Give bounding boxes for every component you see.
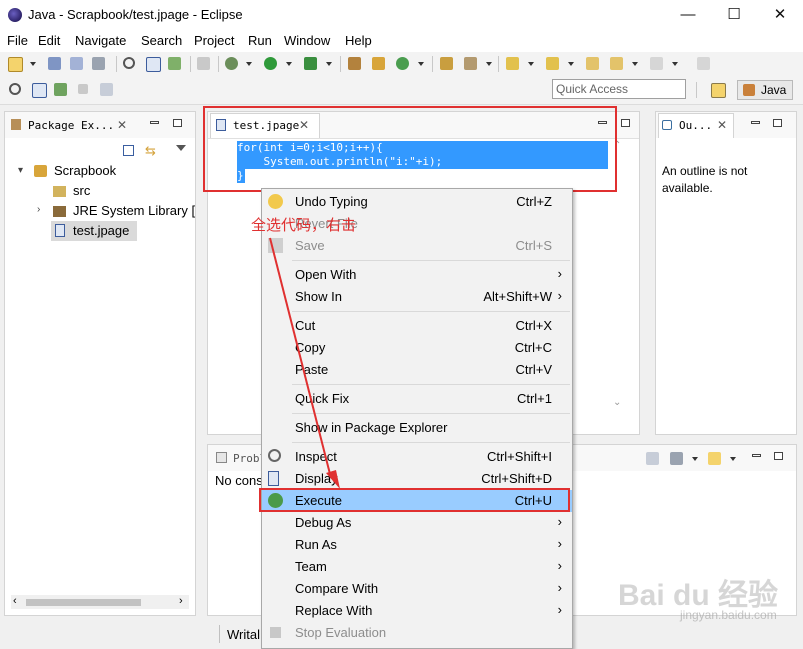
annotation-arrow <box>269 237 340 489</box>
